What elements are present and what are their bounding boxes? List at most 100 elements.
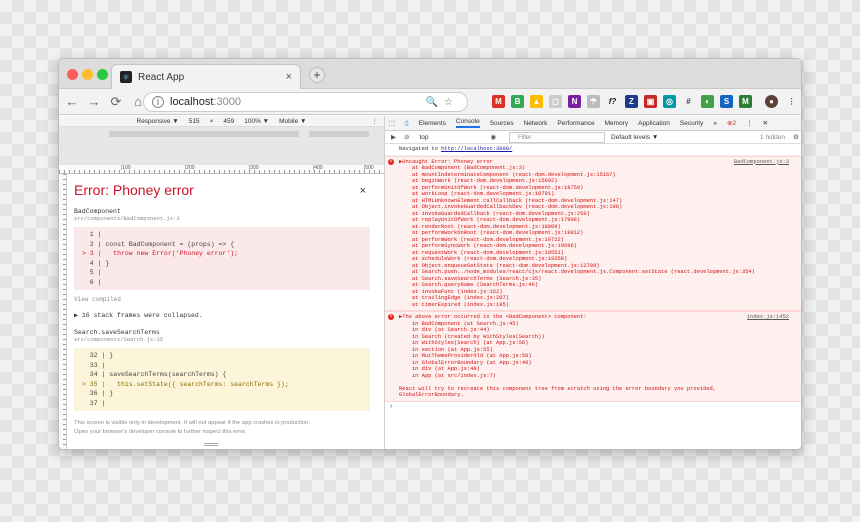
code-snippet: 32 | } 33 | 34 | saveSearchTerms(searchT…: [74, 348, 370, 411]
avatar[interactable]: ●: [765, 95, 778, 108]
close-window-button[interactable]: [67, 69, 78, 80]
minimize-window-button[interactable]: [82, 69, 93, 80]
frame-path[interactable]: src/components/BadComponent.js:3: [74, 215, 370, 222]
device-width[interactable]: 515: [189, 118, 200, 125]
console-error[interactable]: x BadComponent.js:3 ▶Uncaught Error: Pho…: [385, 155, 801, 311]
back-icon[interactable]: ←: [63, 94, 81, 109]
device-height[interactable]: 459: [223, 118, 234, 125]
frame-name: Search.saveSearchTerms: [74, 329, 160, 336]
code-line: 5 |: [82, 269, 106, 276]
device-toggle-icon[interactable]: ▯: [405, 119, 409, 127]
media-query-bars: [59, 127, 384, 165]
resize-handle[interactable]: [204, 443, 218, 446]
settings-menu-icon[interactable]: ⋮: [746, 119, 753, 127]
navigated-url-link[interactable]: http://localhost:3000/: [441, 146, 512, 152]
extension-icon[interactable]: ◻: [549, 95, 562, 108]
gear-icon[interactable]: ⚙: [793, 133, 799, 141]
dev-note-line: Open your browser's developer console to…: [74, 429, 247, 435]
extension-icon[interactable]: Z: [625, 95, 638, 108]
code-line: 37 |: [82, 399, 110, 407]
code-line: 2 | const BadComponent = (props) => {: [82, 240, 235, 248]
error-stack: ▶Uncaught Error: Phoney error at BadComp…: [399, 159, 799, 309]
reload-icon[interactable]: ⟳: [107, 94, 125, 110]
forward-icon[interactable]: →: [85, 94, 103, 109]
code-line: 1 |: [82, 231, 106, 238]
error-title: Error: Phoney error: [74, 182, 194, 198]
frame-name: BadComponent: [74, 208, 121, 215]
tab-elements[interactable]: Elements: [419, 120, 446, 127]
inspect-icon[interactable]: ⬚: [389, 119, 395, 127]
zoom-star-icons[interactable]: 🔍☆: [426, 97, 459, 108]
tab-application[interactable]: Application: [638, 120, 670, 127]
hash-extension-icon[interactable]: #: [682, 95, 695, 108]
info-icon[interactable]: i: [152, 96, 164, 108]
tab-console[interactable]: Console: [455, 118, 480, 128]
clear-console-icon[interactable]: ⊘: [404, 133, 409, 141]
extension-icon[interactable]: ▣: [644, 95, 657, 108]
title-bar: ⚛ React App × +: [59, 59, 801, 89]
tab-close-icon[interactable]: ×: [286, 71, 292, 83]
eye-icon[interactable]: ◉: [491, 133, 497, 141]
overlay-close-button[interactable]: ×: [360, 185, 366, 197]
drive-extension-icon[interactable]: ▲: [530, 95, 543, 108]
extension-icon[interactable]: B: [511, 95, 524, 108]
code-line: 33 |: [82, 361, 110, 369]
tab-memory[interactable]: Memory: [605, 120, 628, 127]
address-bar[interactable]: i localhost:3000 🔍☆: [143, 92, 468, 112]
device-toolbar: Responsive ▼ 515 × 459 100% ▼ Mobile ▼ ⋮: [59, 116, 384, 127]
error-source-link[interactable]: index.js:1452: [747, 314, 789, 321]
console-output: Navigated to http://localhost:3000/ x Ba…: [385, 144, 801, 411]
media-query-bar[interactable]: [309, 131, 369, 137]
view-compiled-link[interactable]: View compiled: [74, 296, 370, 303]
extension-icon[interactable]: ◎: [663, 95, 676, 108]
sidebar-toggle-icon[interactable]: ▶: [391, 133, 396, 141]
more-tabs-button[interactable]: »: [713, 120, 717, 127]
levels-select[interactable]: Default levels ▼: [611, 134, 658, 141]
menu-icon[interactable]: ⋮: [785, 95, 798, 108]
tab-security[interactable]: Security: [680, 120, 703, 127]
extension-icon[interactable]: ◐: [701, 95, 714, 108]
extension-icon[interactable]: N: [568, 95, 581, 108]
zoom-select[interactable]: 100% ▼: [244, 118, 269, 125]
code-line: 32 | }: [82, 352, 114, 359]
frame-path[interactable]: src/components/Search.js:35: [74, 336, 370, 343]
browser-tab[interactable]: ⚛ React App ×: [111, 64, 301, 89]
mode-select[interactable]: Mobile ▼: [279, 118, 306, 125]
error-badge[interactable]: ⊗2: [727, 119, 736, 127]
new-tab-button[interactable]: +: [309, 67, 325, 83]
collapsed-frames-toggle[interactable]: ▶ 16 stack frames were collapsed.: [74, 311, 370, 319]
ruler-label: |300: [249, 165, 259, 171]
navigated-message: Navigated to http://localhost:3000/: [385, 144, 801, 156]
extension-icon[interactable]: ☂: [587, 95, 600, 108]
navigated-text: Navigated to: [399, 146, 442, 152]
error-overlay: Error: Phoney error × BadComponent src/c…: [68, 174, 376, 442]
console-error[interactable]: x index.js:1452 ▶The above error occurre…: [385, 311, 801, 402]
zoom-window-button[interactable]: [97, 69, 108, 80]
error-source-link[interactable]: BadComponent.js:3: [734, 159, 789, 166]
address-host: localhost: [170, 96, 214, 108]
console-prompt[interactable]: ›: [385, 402, 801, 411]
ruler-label: |500: [364, 165, 374, 171]
more-icon[interactable]: ⋮: [372, 117, 379, 125]
error-count: 2: [732, 120, 737, 127]
dev-note-line: This screen is visible only in developme…: [74, 420, 310, 426]
context-select[interactable]: top: [419, 134, 428, 141]
ruler-label: |200: [185, 165, 195, 171]
device-select[interactable]: Responsive ▼: [137, 118, 179, 125]
tab-sources[interactable]: Sources: [490, 120, 514, 127]
extension-icon[interactable]: M: [739, 95, 752, 108]
code-line-highlighted: > 35 | this.setState({ searchTerms: sear…: [82, 380, 289, 388]
tab-network[interactable]: Network: [524, 120, 548, 127]
close-devtools-icon[interactable]: ✕: [763, 119, 768, 127]
extension-icon[interactable]: S: [720, 95, 733, 108]
code-line-highlighted: > 3 | throw new Error('Phoney error');: [82, 250, 239, 257]
code-snippet: 1 | 2 | const BadComponent = (props) => …: [74, 227, 370, 290]
formula-extension-icon[interactable]: f?: [606, 95, 619, 108]
dimension-separator: ×: [209, 117, 214, 125]
tab-performance[interactable]: Performance: [557, 120, 594, 127]
browser-toolbar: ← → ⟳ ⌂ i localhost:3000 🔍☆ M B ▲ ◻ N ☂ …: [59, 89, 801, 115]
media-query-bar[interactable]: [109, 131, 299, 137]
filter-input[interactable]: Filter: [509, 132, 605, 143]
gmail-extension-icon[interactable]: M: [492, 95, 505, 108]
error-icon: x: [388, 158, 394, 165]
